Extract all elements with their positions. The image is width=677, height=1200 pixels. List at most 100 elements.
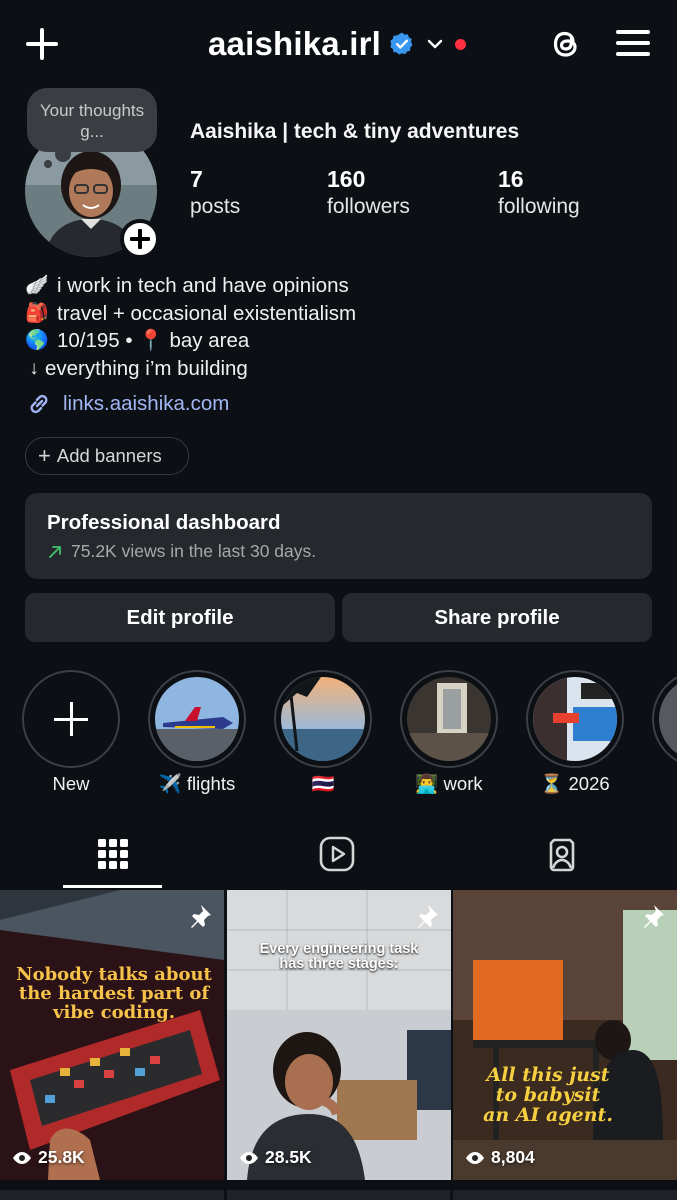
top-bar: aaishika.irl <box>0 0 677 88</box>
following-count[interactable]: 16 following <box>498 165 580 221</box>
dashboard-views-text: 75.2K views in the last 30 days. <box>71 541 317 561</box>
link-icon <box>30 394 48 414</box>
note-text: Your thoughts g... <box>39 101 145 141</box>
stat-label: followers <box>327 195 410 218</box>
posts-grid: Nobody talks about the hardest part of v… <box>0 890 677 1200</box>
eye-icon <box>240 1151 258 1164</box>
dashboard-subtitle: 75.2K views in the last 30 days. <box>47 541 630 562</box>
bio-line: ↓ everything i’m building <box>25 355 356 383</box>
link-text: links.aaishika.com <box>63 392 230 415</box>
professional-dashboard[interactable]: Professional dashboard 75.2K views in th… <box>25 493 652 579</box>
stat-label: following <box>498 195 580 218</box>
post-tile[interactable]: Nobody talks about the hardest part of v… <box>0 890 224 1180</box>
post-thumbnail <box>0 890 224 1180</box>
highlight-label: 👨‍💻 work <box>415 773 483 794</box>
tagged-icon[interactable] <box>542 834 582 874</box>
pin-icon <box>191 905 211 928</box>
highlight-ring <box>148 670 246 768</box>
bio-text: travel + occasional existentialism <box>57 301 357 325</box>
highlight-label: New <box>52 773 90 794</box>
profile-link[interactable]: links.aaishika.com <box>25 390 229 418</box>
highlight-thumbnail <box>407 677 491 761</box>
highlight-thailand[interactable]: 🇹🇭 <box>274 670 372 795</box>
views-text: 8,804 <box>491 1147 535 1167</box>
highlight-partial[interactable] <box>652 670 677 768</box>
highlight-ring <box>22 670 120 768</box>
bio-line: 🎒 travel + occasional existentialism <box>25 300 356 328</box>
highlight-ring <box>274 670 372 768</box>
threads-icon[interactable] <box>548 24 584 64</box>
highlight-thumbnail <box>533 677 617 761</box>
highlight-thumbnail <box>155 677 239 761</box>
username: aaishika.irl <box>208 25 382 62</box>
new-post-plus-icon[interactable] <box>24 26 60 62</box>
post-tile[interactable]: Every engineering task has three stages:… <box>227 890 451 1180</box>
stat-value: 160 <box>327 166 366 192</box>
notification-dot <box>455 38 467 50</box>
bio-emoji: 🌎 <box>25 330 49 351</box>
trend-up-arrow-icon <box>49 545 61 558</box>
highlight-2026[interactable]: ⏳ 2026 <box>526 670 624 795</box>
edit-profile-button[interactable]: Edit profile <box>25 593 335 642</box>
post-thumbnail <box>453 890 677 1180</box>
add-banners-button[interactable]: + Add banners <box>25 437 189 475</box>
notes-bubble-tail <box>44 160 52 168</box>
chevron-down-icon <box>427 39 443 49</box>
plus-icon: + <box>38 443 51 468</box>
active-tab-indicator <box>63 885 162 888</box>
bio-emoji: 🪽 <box>25 275 49 296</box>
highlight-thumbnail <box>281 677 365 761</box>
highlight-ring <box>526 670 624 768</box>
pin-icon <box>418 905 438 928</box>
highlight-ring <box>652 670 677 768</box>
bio-text: everything i’m building <box>45 356 248 380</box>
next-posts-row <box>0 1190 677 1200</box>
eye-icon <box>466 1151 484 1164</box>
add-story-plus-icon[interactable] <box>120 219 160 259</box>
post-thumbnail <box>227 890 451 1180</box>
share-profile-button[interactable]: Share profile <box>342 593 652 642</box>
views-text: 25.8K <box>38 1147 85 1167</box>
grid-icon[interactable] <box>93 834 133 874</box>
post-tile[interactable]: All this just to babysit an AI agent. 8,… <box>453 890 677 1180</box>
eye-icon <box>13 1151 31 1164</box>
verified-badge-icon <box>390 32 413 55</box>
followers-count[interactable]: 160 followers <box>327 165 410 221</box>
stat-value: 16 <box>498 166 524 192</box>
post-caption: Every engineering task has three stages: <box>259 941 419 973</box>
highlight-label: ⏳ 2026 <box>540 773 610 794</box>
highlight-label: ✈️ flights <box>158 773 236 794</box>
bio-emoji: 🎒 <box>25 302 49 324</box>
plus-icon <box>54 702 88 736</box>
pin-icon <box>644 905 664 928</box>
post-view-count: 25.8K <box>12 1147 85 1168</box>
bio: 🪽 i work in tech and have opinions 🎒 trave… <box>25 272 356 382</box>
posts-count[interactable]: 7 posts <box>190 165 240 221</box>
profile-tabs <box>0 820 677 888</box>
highlight-label: 🇹🇭 <box>311 773 335 794</box>
down-arrow-icon: ↓ <box>29 357 39 379</box>
post-view-count: 8,804 <box>465 1147 535 1168</box>
bio-text: 10/195 • 📍 bay area <box>57 329 250 352</box>
bio-text: i work in tech and have opinions <box>57 274 349 297</box>
highlight-thumbnail <box>659 677 677 761</box>
highlight-flights[interactable]: ✈️ flights <box>148 670 246 795</box>
post-caption: Nobody talks about the hardest part of v… <box>16 964 212 1023</box>
highlight-new[interactable]: New <box>22 670 120 795</box>
highlight-ring <box>400 670 498 768</box>
bio-line: 🌎 10/195 • 📍 bay area <box>25 327 356 355</box>
post-view-count: 28.5K <box>239 1147 312 1168</box>
post-caption: All this just to babysit an AI agent. <box>483 1064 613 1126</box>
display-name: Aaishika | tech & tiny adventures <box>190 120 520 143</box>
highlight-work[interactable]: 👨‍💻 work <box>400 670 498 795</box>
reels-icon[interactable] <box>317 834 357 874</box>
dashboard-title: Professional dashboard <box>47 511 281 534</box>
notes-bubble[interactable]: Your thoughts g... <box>27 88 157 162</box>
account-switcher[interactable]: aaishika.irl <box>208 22 467 66</box>
bio-line: 🪽 i work in tech and have opinions <box>25 272 356 300</box>
hamburger-menu-icon[interactable] <box>616 28 650 58</box>
stat-value: 7 <box>190 166 203 192</box>
add-banners-label: Add banners <box>56 445 162 466</box>
stat-label: posts <box>190 195 241 218</box>
views-text: 28.5K <box>265 1147 312 1167</box>
